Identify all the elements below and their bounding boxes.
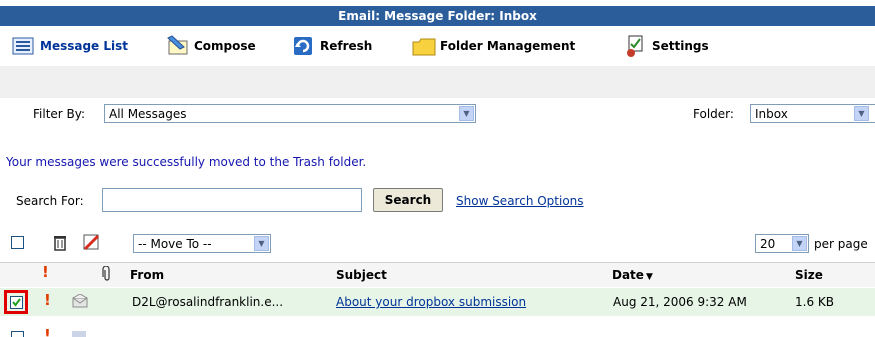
refresh-label: Refresh bbox=[320, 39, 373, 53]
folder-select[interactable]: Inbox ▼ bbox=[750, 104, 875, 123]
actions-row: -- Move To -- ▼ 20 ▼ per page bbox=[0, 228, 875, 258]
compose-button[interactable]: Compose bbox=[166, 32, 256, 60]
filter-select[interactable]: All Messages ▼ bbox=[104, 104, 476, 123]
column-from[interactable]: From bbox=[130, 268, 164, 282]
row-size: 1.6 KB bbox=[795, 295, 834, 309]
search-button[interactable]: Search bbox=[373, 188, 443, 212]
show-search-options-link[interactable]: Show Search Options bbox=[456, 194, 584, 208]
folder-icon bbox=[412, 35, 436, 57]
priority-icon: ! bbox=[44, 291, 51, 309]
chevron-down-icon: ▼ bbox=[254, 236, 269, 251]
message-list-icon bbox=[12, 35, 36, 57]
checkmark-icon bbox=[12, 298, 21, 307]
toolbar-spacer bbox=[0, 66, 875, 98]
settings-button[interactable]: Settings bbox=[624, 32, 709, 60]
row-subject-link[interactable]: About your dropbox submission bbox=[336, 295, 526, 309]
folder-select-value: Inbox bbox=[755, 107, 788, 121]
column-date-label: Date bbox=[612, 268, 644, 282]
mark-unread-icon[interactable] bbox=[82, 233, 100, 254]
delete-icon[interactable] bbox=[52, 233, 68, 254]
chevron-down-icon: ▼ bbox=[459, 106, 474, 121]
message-list-button[interactable]: Message List bbox=[12, 32, 128, 60]
search-for-label: Search For: bbox=[16, 194, 84, 208]
chevron-down-icon: ▼ bbox=[854, 106, 869, 121]
folder-management-label: Folder Management bbox=[440, 39, 576, 53]
column-subject[interactable]: Subject bbox=[336, 268, 387, 282]
read-envelope-icon bbox=[72, 293, 88, 311]
search-input[interactable] bbox=[102, 188, 362, 212]
column-date[interactable]: Date ▼ bbox=[612, 268, 653, 282]
window-title: Email: Message Folder: Inbox bbox=[0, 6, 875, 26]
per-page-value: 20 bbox=[760, 237, 776, 251]
chevron-down-icon: ▼ bbox=[792, 236, 807, 251]
message-table-header: ! From Subject Date ▼ Size bbox=[0, 262, 875, 287]
row-from: D2L@rosalindfranklin.e... bbox=[132, 295, 284, 309]
priority-icon: ! bbox=[44, 326, 51, 337]
move-to-select[interactable]: -- Move To -- ▼ bbox=[133, 234, 271, 253]
compose-label: Compose bbox=[194, 39, 256, 53]
attachment-header-icon bbox=[102, 265, 112, 285]
compose-icon bbox=[166, 35, 190, 57]
folder-management-button[interactable]: Folder Management bbox=[412, 32, 575, 60]
sort-desc-icon: ▼ bbox=[645, 272, 653, 282]
row-checkbox[interactable] bbox=[11, 331, 24, 337]
settings-label: Settings bbox=[652, 39, 709, 53]
priority-header-icon: ! bbox=[42, 263, 49, 281]
status-message: Your messages were successfully moved to… bbox=[6, 155, 367, 169]
toolbar: Message List Compose Refresh Folder Mana… bbox=[0, 30, 875, 64]
table-row-partial[interactable]: ! bbox=[0, 318, 875, 337]
filter-by-label: Filter By: bbox=[33, 107, 86, 121]
row-checkbox[interactable] bbox=[10, 296, 23, 309]
refresh-icon bbox=[292, 35, 316, 57]
per-page-select[interactable]: 20 ▼ bbox=[755, 234, 809, 253]
envelope-icon bbox=[72, 331, 86, 337]
table-row[interactable]: ! D2L@rosalindfranklin.e... About your d… bbox=[0, 288, 875, 316]
refresh-button[interactable]: Refresh bbox=[292, 32, 372, 60]
settings-icon bbox=[624, 35, 648, 57]
per-page-label: per page bbox=[814, 237, 868, 251]
move-to-value: -- Move To -- bbox=[138, 237, 212, 251]
row-date: Aug 21, 2006 9:32 AM bbox=[613, 295, 747, 309]
select-all-checkbox[interactable] bbox=[11, 236, 24, 249]
message-list-label: Message List bbox=[40, 39, 129, 53]
folder-label: Folder: bbox=[693, 107, 734, 121]
filter-select-value: All Messages bbox=[109, 107, 187, 121]
column-size[interactable]: Size bbox=[795, 268, 823, 282]
filter-row: Filter By: All Messages ▼ Folder: Inbox … bbox=[0, 98, 875, 132]
